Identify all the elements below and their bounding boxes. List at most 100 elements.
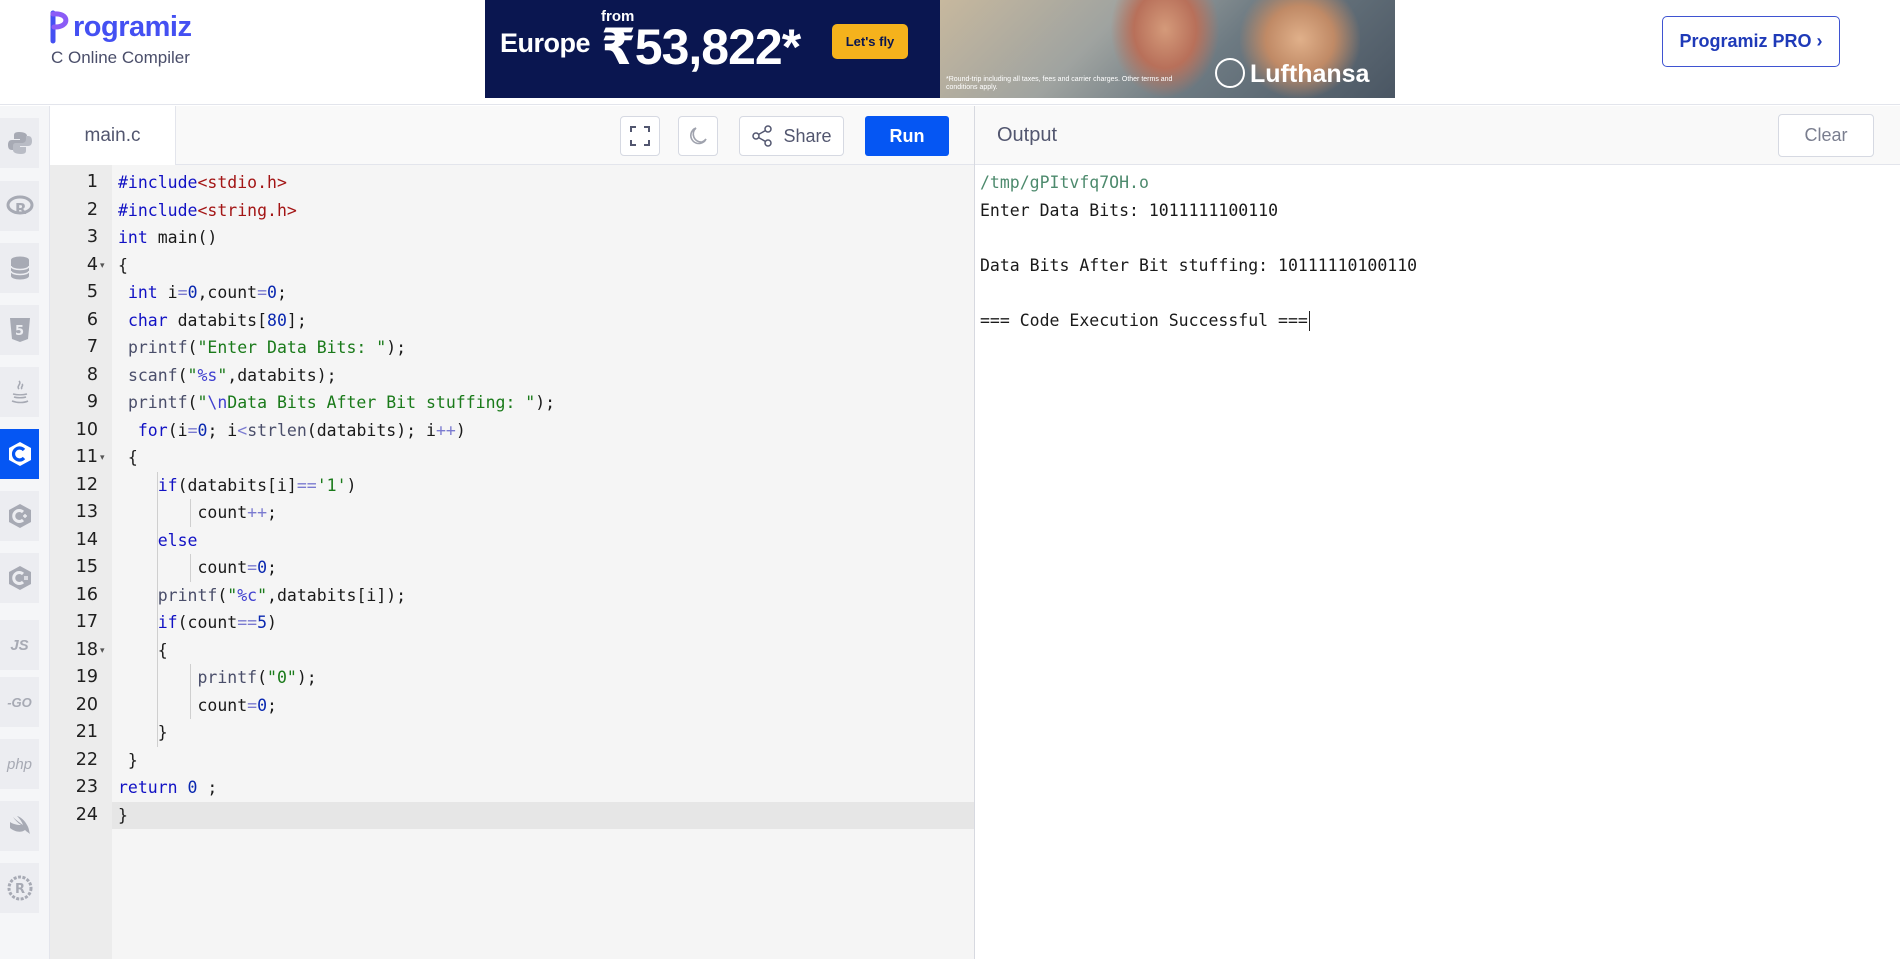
line-number: 12 (75, 474, 98, 495)
expand-icon (630, 126, 650, 146)
line-number: 23 (75, 777, 98, 797)
output-line: Enter Data Bits: 1011111100110 (980, 200, 1279, 220)
line-number: 6 (86, 309, 98, 330)
line-number: 17 (75, 612, 98, 632)
line-number: 14 (75, 529, 98, 550)
python-icon[interactable] (0, 118, 39, 168)
line-number: 22 (75, 749, 98, 770)
sql-icon[interactable] (0, 243, 39, 293)
line-number: 5 (86, 282, 98, 302)
code-line[interactable]: { (112, 444, 974, 472)
line-number: 20 (75, 694, 98, 715)
line-number: 9 (86, 392, 98, 412)
code-line[interactable]: count++; (112, 499, 974, 527)
indent-guide (190, 554, 191, 582)
dark-mode-toggle[interactable] (678, 116, 718, 156)
code-line[interactable]: printf("0"); (112, 664, 974, 692)
output-line: === Code Execution Successful === (980, 307, 1311, 335)
code-line[interactable]: count=0; (112, 554, 974, 582)
code-line[interactable]: } (112, 801, 974, 829)
fullscreen-button[interactable] (620, 116, 660, 156)
ad-destination: Europe (500, 28, 591, 58)
php-icon[interactable]: php (0, 739, 39, 789)
indent-guide (157, 471, 158, 747)
programiz-pro-button[interactable]: Programiz PRO › (1662, 16, 1840, 67)
code-line[interactable]: #include<stdio.h> (112, 169, 974, 197)
language-sidebar: R 5 JS -GO php R (0, 106, 50, 959)
code-line[interactable]: #include<string.h> (112, 197, 974, 225)
code-line[interactable]: scanf("%s",databits); (112, 362, 974, 390)
top-header: rogramiz C Online Compiler Europe from ₹… (0, 0, 1900, 105)
programiz-p-icon (50, 10, 72, 44)
logo-text: rogramiz (73, 10, 192, 43)
line-number: 15 (75, 557, 98, 577)
output-line: Data Bits After Bit stuffing: 1011111010… (980, 255, 1418, 275)
share-button[interactable]: Share (739, 116, 844, 156)
line-number: 18 (75, 639, 98, 660)
line-number: 3 (86, 227, 98, 247)
java-icon[interactable] (0, 367, 39, 417)
ad-cta-button[interactable]: Let's fly (832, 24, 908, 59)
line-number: 16 (75, 584, 98, 605)
code-line[interactable]: printf("Enter Data Bits: "); (112, 334, 974, 362)
line-number: 24 (75, 804, 98, 825)
csharp-icon[interactable] (0, 553, 39, 603)
ad-price: ₹53,822* (601, 19, 801, 75)
ad-brand: Lufthansa (1250, 60, 1370, 88)
line-number: 10 (75, 419, 98, 440)
cpp-icon[interactable] (0, 491, 39, 541)
line-number: 21 (75, 722, 98, 742)
fold-toggle-icon[interactable]: ▾ (100, 444, 110, 472)
clear-button[interactable]: Clear (1778, 114, 1874, 157)
code-line[interactable]: { (112, 252, 974, 280)
code-line[interactable]: else (112, 527, 974, 555)
page-subtitle: C Online Compiler (51, 48, 190, 67)
svg-text:5: 5 (15, 324, 24, 339)
svg-text:R: R (15, 200, 27, 218)
fold-toggle-icon[interactable]: ▾ (100, 637, 110, 665)
file-tab-main-c[interactable]: main.c (50, 106, 176, 165)
code-line[interactable]: } (112, 719, 974, 747)
advertisement-banner[interactable]: Europe from ₹53,822* Let's fly *Round-tr… (485, 0, 1395, 98)
html-icon[interactable]: 5 (0, 305, 39, 355)
code-line[interactable]: { (112, 637, 974, 665)
r-icon[interactable]: R (0, 181, 39, 231)
code-line[interactable]: char databits[80]; (112, 307, 974, 335)
line-number: 4 (86, 254, 98, 275)
editor-toolbar: main.c Share Run (50, 106, 974, 165)
line-number: 2 (86, 199, 98, 220)
run-button[interactable]: Run (865, 116, 949, 156)
javascript-icon[interactable]: JS (0, 620, 39, 670)
code-line[interactable]: int main() (112, 224, 974, 252)
swift-icon[interactable] (0, 801, 39, 851)
c-icon[interactable] (0, 429, 39, 479)
svg-text:R: R (15, 882, 25, 897)
text-cursor (1308, 311, 1311, 331)
output-file-path: /tmp/gPItvfq7OH.o (980, 173, 1149, 192)
code-line[interactable]: if(databits[i]=='1') (112, 472, 974, 500)
share-icon (752, 125, 773, 147)
rust-icon[interactable]: R (0, 863, 39, 913)
ad-photo: *Round-trip including all taxes, fees an… (940, 0, 1395, 98)
code-line[interactable]: int i=0,count=0; (112, 279, 974, 307)
line-number: 11 (75, 447, 98, 467)
line-number: 8 (86, 364, 98, 385)
code-line[interactable]: printf("\nData Bits After Bit stuffing: … (112, 389, 974, 417)
output-toolbar: Output Clear (975, 106, 1900, 165)
lufthansa-crane-icon (1215, 58, 1245, 88)
code-line[interactable]: printf("%c",databits[i]); (112, 582, 974, 610)
code-line[interactable]: if(count==5) (112, 609, 974, 637)
go-icon[interactable]: -GO (0, 677, 39, 727)
output-console[interactable] (975, 165, 1900, 959)
line-number: 1 (86, 172, 98, 192)
share-label: Share (783, 125, 832, 146)
line-number: 19 (75, 667, 98, 687)
fold-toggle-icon[interactable]: ▾ (100, 252, 110, 280)
code-line[interactable]: } (112, 747, 974, 775)
code-line[interactable]: count=0; (112, 692, 974, 720)
indent-guide (190, 499, 191, 527)
programiz-logo[interactable]: rogramiz C Online Compiler (50, 10, 192, 68)
code-line[interactable]: return 0 ; (112, 774, 974, 802)
code-line[interactable]: for(i=0; i<strlen(databits); i++) (112, 417, 974, 445)
indent-guide (190, 664, 191, 719)
